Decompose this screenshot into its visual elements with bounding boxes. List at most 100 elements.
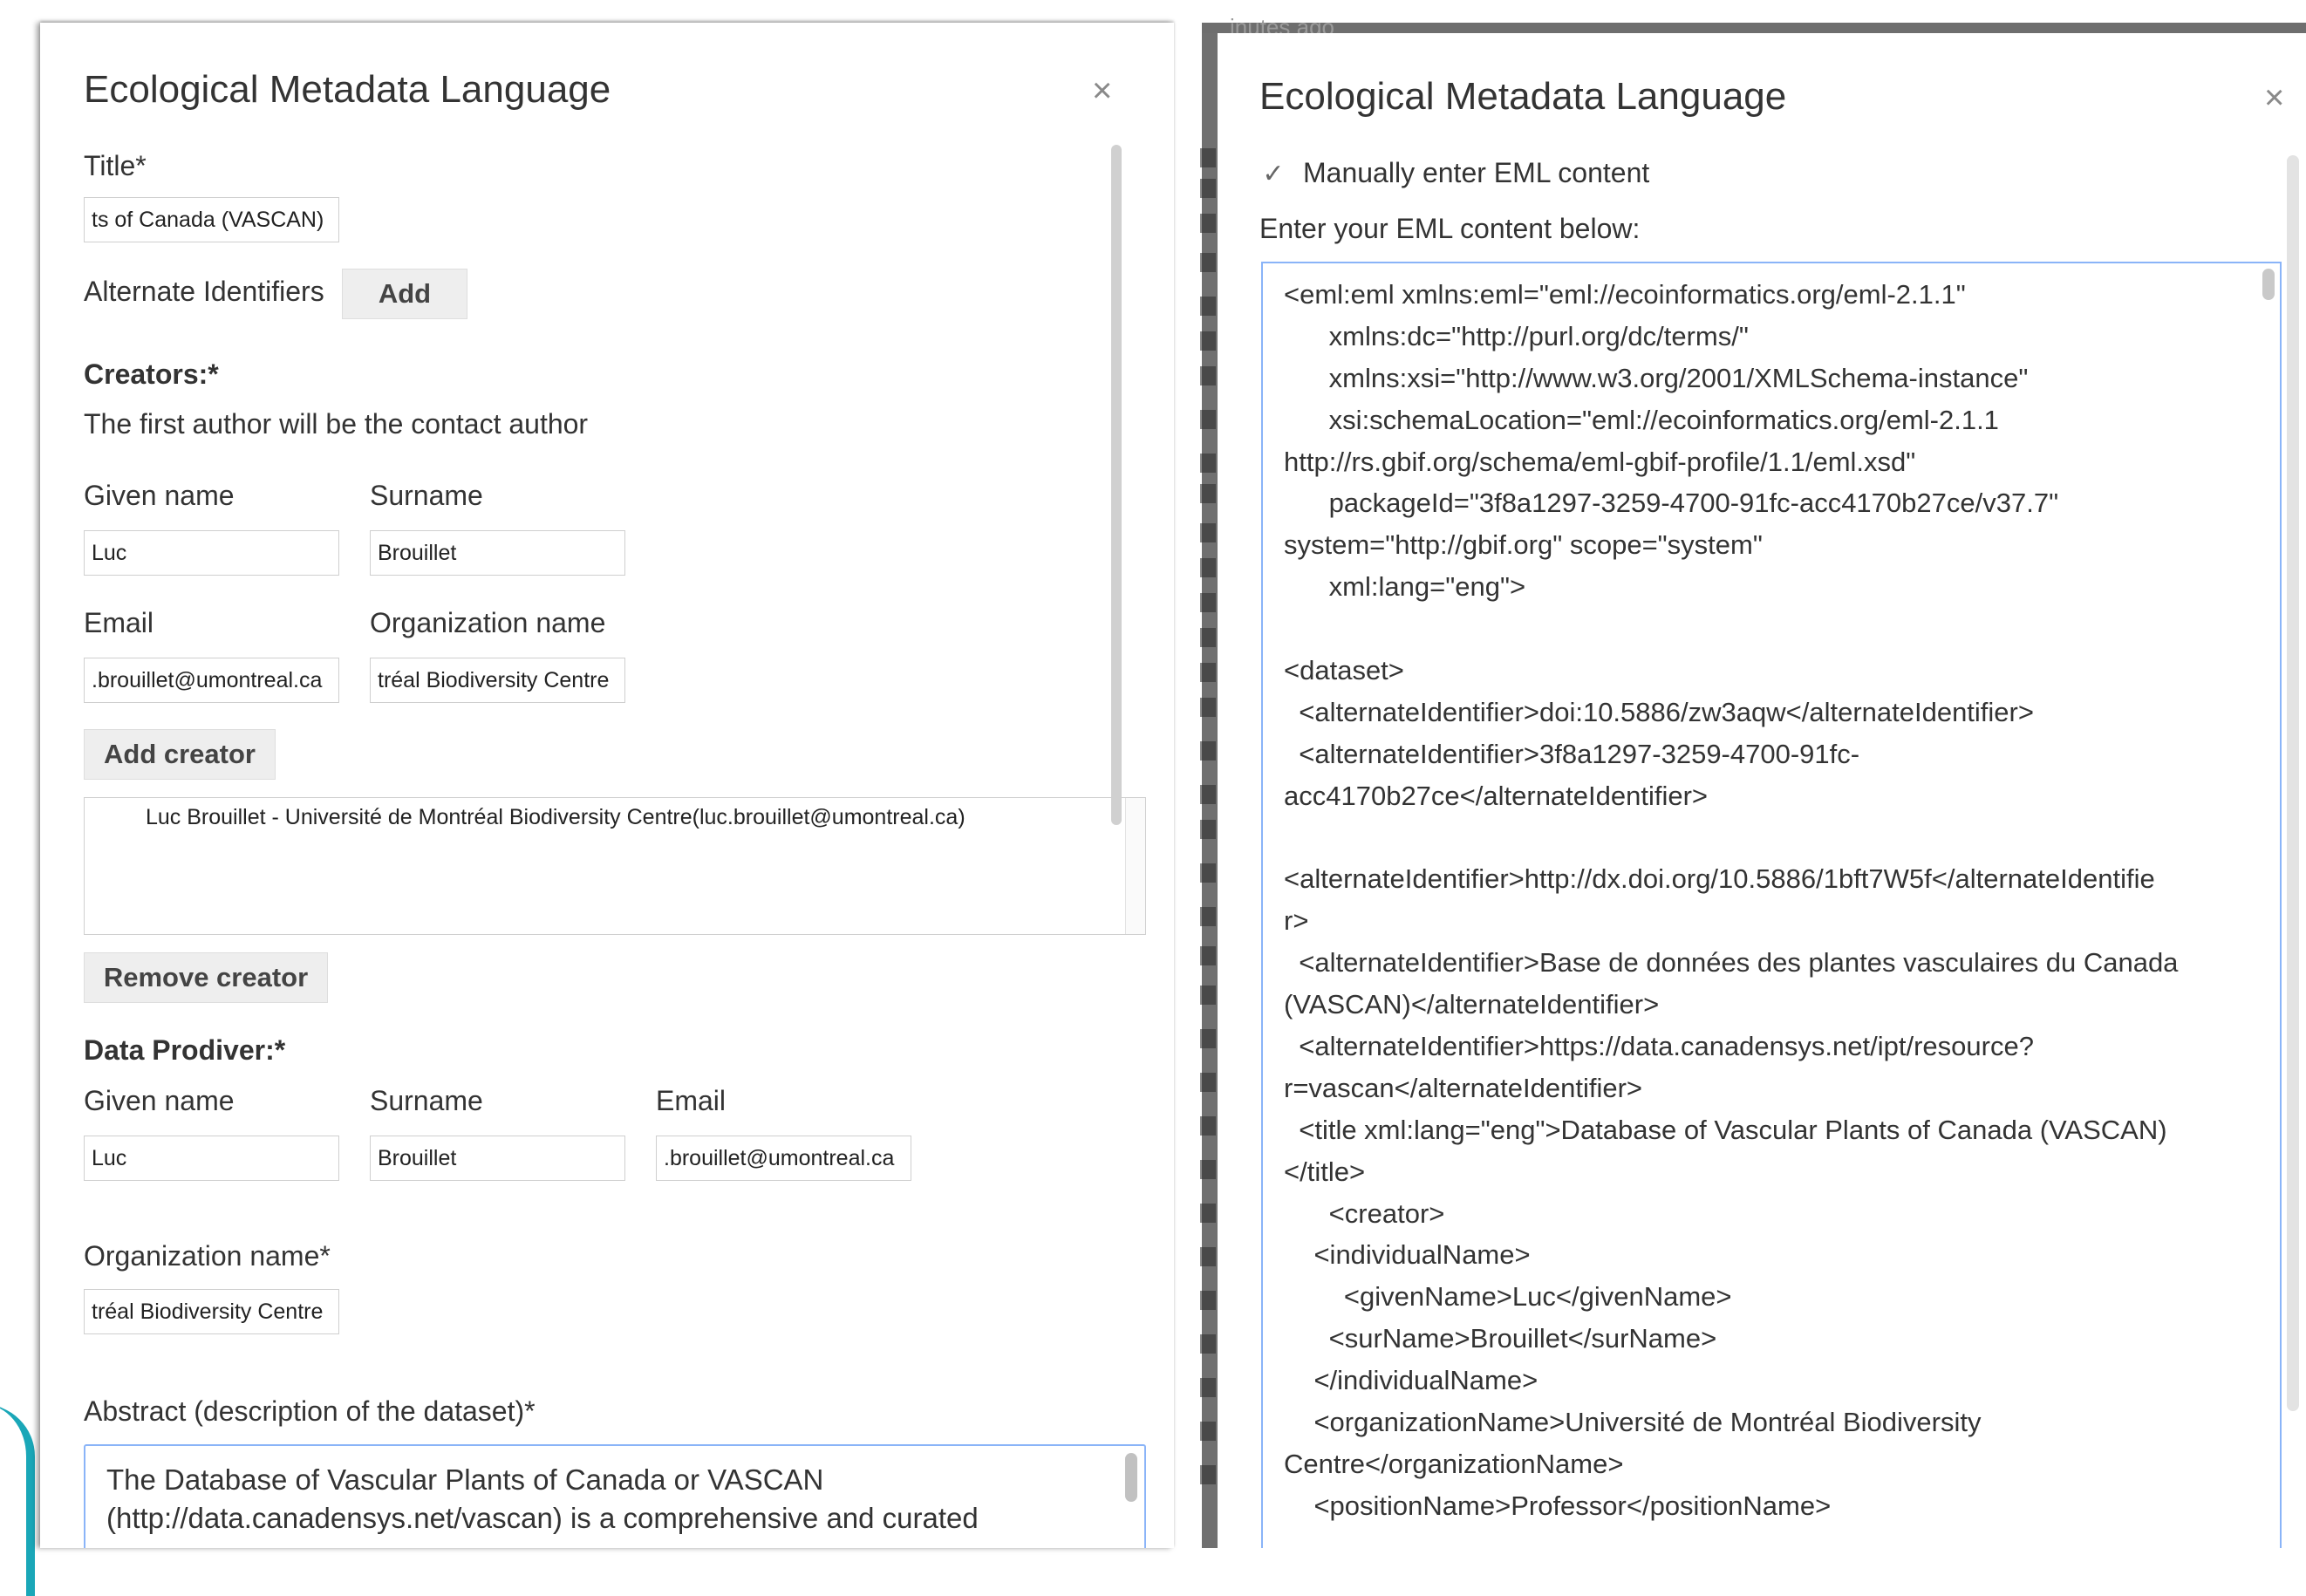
eml-line: http://rs.gbif.org/schema/eml-gbif-profi… <box>1284 446 1916 477</box>
email-label: Email <box>84 607 154 638</box>
eml-line: r=vascan</alternateIdentifier> <box>1284 1072 1643 1103</box>
background-text-fragment <box>1200 741 1216 760</box>
dialog-title: Ecological Metadata Language <box>1259 75 1787 118</box>
eml-line: <positionName>Professor</positionName> <box>1284 1490 1832 1521</box>
eml-line: <alternateIdentifier>http://dx.doi.org/1… <box>1284 863 2155 895</box>
creator-surname-input[interactable]: Brouillet <box>370 530 625 576</box>
background-text-fragment <box>1200 1465 1216 1484</box>
data-provider-heading: Data Prodiver:* <box>84 1034 286 1066</box>
provider-given-name-label: Given name <box>84 1085 235 1116</box>
background-text-fragment <box>1200 663 1216 682</box>
background-text-fragment <box>1200 523 1216 542</box>
eml-line: </individualName> <box>1284 1365 1538 1396</box>
eml-content-label: Enter your EML content below: <box>1259 213 1641 244</box>
background-text-fragment <box>1200 366 1216 385</box>
eml-content-textarea[interactable]: <eml:eml xmlns:eml="eml://ecoinformatics… <box>1261 262 2282 1548</box>
background-text-fragment <box>1200 331 1216 351</box>
decorative-arc <box>0 1404 35 1596</box>
eml-manual-dialog: Ecological Metadata Language × ✓ Manuall… <box>1218 33 2306 1548</box>
provider-given-name-input[interactable]: Luc <box>84 1136 339 1181</box>
title-label: Title* <box>84 150 147 181</box>
background-text-fragment <box>1200 148 1216 167</box>
background-text-fragment <box>1200 1204 1216 1223</box>
eml-line: <alternateIdentifier>doi:10.5886/zw3aqw<… <box>1284 696 2034 727</box>
eml-line: xmlns:xsi="http://www.w3.org/2001/XMLSch… <box>1284 362 2029 393</box>
background-text-fragment <box>1200 214 1216 233</box>
background-text-fragment <box>1200 785 1216 804</box>
eml-line: <individualName> <box>1284 1239 1531 1271</box>
abstract-label: Abstract (description of the dataset)* <box>84 1395 536 1427</box>
background-text-fragment <box>1200 558 1216 577</box>
eml-line: system="http://gbif.org" scope="system" <box>1284 529 1763 561</box>
eml-line: acc4170b27ce</alternateIdentifier> <box>1284 780 1709 811</box>
abstract-scrollbar[interactable] <box>1125 1453 1137 1502</box>
eml-line: Centre</organizationName> <box>1284 1448 1624 1479</box>
creators-note: The first author will be the contact aut… <box>84 408 589 440</box>
abstract-text-line: The Database of Vascular Plants of Canad… <box>106 1463 824 1496</box>
eml-line: </title> <box>1284 1156 1366 1187</box>
eml-line: xsi:schemaLocation="eml://ecoinformatics… <box>1284 404 1999 435</box>
background-text-fragment <box>1200 1334 1216 1354</box>
add-creator-button[interactable]: Add creator <box>84 729 276 780</box>
eml-line: <dataset> <box>1284 655 1404 686</box>
eml-line: xmlns:dc="http://purl.org/dc/terms/" <box>1284 320 1749 351</box>
background-text-fragment <box>1200 253 1216 272</box>
given-name-label: Given name <box>84 480 235 511</box>
abstract-text-line: (http://data.canadensys.net/vascan) is a… <box>106 1502 979 1534</box>
background-text-fragment <box>1200 410 1216 429</box>
close-icon[interactable]: × <box>1092 73 1112 108</box>
background-text-fragment <box>1200 1422 1216 1441</box>
abstract-textarea[interactable]: The Database of Vascular Plants of Canad… <box>84 1444 1146 1548</box>
background-text-fragment <box>1200 593 1216 612</box>
eml-line: <surName>Brouillet</surName> <box>1284 1323 1717 1354</box>
background-text-fragment <box>1200 1378 1216 1397</box>
title-input[interactable]: ts of Canada (VASCAN) <box>84 197 339 242</box>
provider-surname-label: Surname <box>370 1085 483 1116</box>
eml-content-lines: <eml:eml xmlns:eml="eml://ecoinformatics… <box>1284 274 2178 1527</box>
background-text-fragment <box>1200 907 1216 926</box>
alternate-identifiers-label: Alternate Identifiers <box>84 276 324 307</box>
eml-line: <alternateIdentifier>https://data.canade… <box>1284 1031 2034 1062</box>
provider-surname-input[interactable]: Brouillet <box>370 1136 625 1181</box>
eml-line: r> <box>1284 905 1309 937</box>
background-text-fragment <box>1200 1291 1216 1310</box>
creator-email-input[interactable]: .brouillet@umontreal.ca <box>84 658 339 703</box>
eml-line: xml:lang="eng"> <box>1284 571 1526 603</box>
creator-organization-input[interactable]: tréal Biodiversity Centre <box>370 658 625 703</box>
eml-line: <alternateIdentifier>3f8a1297-3259-4700-… <box>1284 738 1860 769</box>
background-text-fragment <box>1200 297 1216 316</box>
dialog-scrollbar[interactable] <box>2287 155 2299 1411</box>
background-text-fragment <box>1200 946 1216 965</box>
eml-line: packageId="3f8a1297-3259-4700-91fc-acc41… <box>1284 488 2059 519</box>
list-item[interactable]: Luc Brouillet - Université de Montréal B… <box>146 805 965 830</box>
creator-list-scrollbar[interactable] <box>1125 798 1145 934</box>
background-text-fragment <box>1200 1247 1216 1266</box>
dialog-title: Ecological Metadata Language <box>84 68 611 111</box>
background-text-fragment <box>1200 1116 1216 1136</box>
creator-list[interactable]: Luc Brouillet - Université de Montréal B… <box>84 797 1146 935</box>
eml-textarea-scrollbar[interactable] <box>2262 269 2275 300</box>
remove-creator-button[interactable]: Remove creator <box>84 952 328 1003</box>
provider-email-input[interactable]: .brouillet@umontreal.ca <box>656 1136 911 1181</box>
close-icon[interactable]: × <box>2264 80 2284 115</box>
eml-line: <title xml:lang="eng">Database of Vascul… <box>1284 1114 2167 1145</box>
eml-line <box>1284 817 2178 859</box>
creators-heading: Creators:* <box>84 358 219 390</box>
manual-entry-label: Manually enter EML content <box>1303 157 1650 188</box>
background-text-fragment <box>1200 698 1216 717</box>
add-alternate-identifier-button[interactable]: Add <box>342 269 467 319</box>
eml-line: <creator> <box>1284 1197 1445 1229</box>
dialog-scrollbar[interactable] <box>1111 145 1122 825</box>
background-text-fragment <box>1200 820 1216 839</box>
creator-given-name-input[interactable]: Luc <box>84 530 339 576</box>
provider-organization-input[interactable]: tréal Biodiversity Centre <box>84 1289 339 1334</box>
eml-line: (VASCAN)</alternateIdentifier> <box>1284 989 1660 1020</box>
eml-form-dialog: Ecological Metadata Language × Title* ts… <box>40 23 1174 1548</box>
manual-entry-checkbox[interactable]: ✓ <box>1261 161 1286 188</box>
background-text-fragment <box>1200 454 1216 473</box>
eml-line: <eml:eml xmlns:eml="eml://ecoinformatics… <box>1284 279 1966 310</box>
background-text-fragment <box>1200 1029 1216 1048</box>
background-text-fragment <box>1200 1160 1216 1179</box>
background-text-fragment <box>1200 628 1216 647</box>
background-text-fragment <box>1200 1073 1216 1092</box>
